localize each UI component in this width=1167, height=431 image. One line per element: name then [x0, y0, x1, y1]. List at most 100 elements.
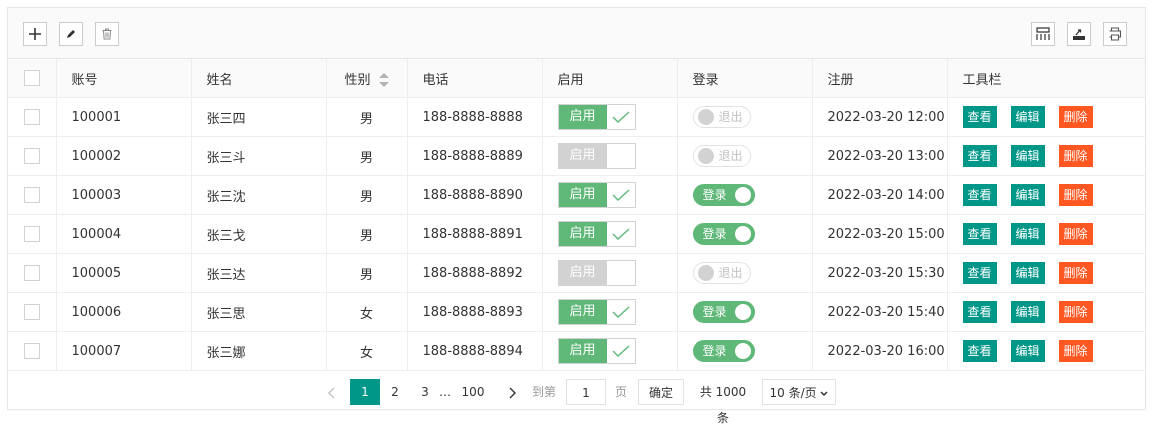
delete-button[interactable]: 删除 — [1058, 223, 1093, 245]
cell-enabled: 启用 — [542, 97, 678, 137]
header-gender-label: 性别 — [344, 72, 371, 88]
enabled-checkbox-switch[interactable]: 启用 — [557, 299, 636, 325]
enabled-checkbox-switch[interactable]: 启用 — [557, 104, 636, 130]
goto-page-input[interactable]: 1 — [566, 379, 606, 405]
enabled-checkbox-switch[interactable]: 启用 — [557, 182, 636, 208]
select-all-checkbox[interactable] — [23, 70, 40, 86]
table-row: 100007 张三娜女 188-8888-8894 启用 登录 2022-03-20 16… — [8, 331, 1145, 371]
table-row: 100006 张三思女 188-8888-8893 启用 登录 2022-03-20 15… — [8, 292, 1145, 332]
edit-button[interactable]: 编辑 — [1010, 184, 1045, 206]
table-row: 100001 张三四男 188-8888-8888 启用 退出 2022-03-20 12… — [8, 97, 1145, 137]
cell-name: 张三达 — [191, 253, 327, 293]
login-toggle-label: 退出 — [718, 149, 743, 163]
pencil-icon — [67, 30, 75, 38]
cell-login: 登录 — [677, 331, 813, 371]
page-3[interactable]: 3 — [414, 379, 436, 405]
delete-button[interactable]: 删除 — [1058, 301, 1093, 323]
next-page-button[interactable] — [502, 379, 522, 405]
view-button[interactable]: 查看 — [962, 301, 997, 323]
export-button[interactable] — [1067, 22, 1091, 46]
view-button[interactable]: 查看 — [962, 340, 997, 362]
delete-button[interactable]: 删除 — [1058, 106, 1093, 128]
toggle-knob — [697, 265, 714, 281]
delete-button[interactable]: 删除 — [1058, 340, 1093, 362]
cell-account: 100006 — [56, 292, 192, 332]
cell-login: 退出 — [677, 136, 813, 176]
trash-icon — [102, 28, 112, 40]
toggle-knob — [734, 304, 751, 320]
edit-selected-button[interactable] — [59, 22, 83, 46]
login-toggle[interactable]: 登录 — [692, 223, 755, 245]
login-toggle[interactable]: 退出 — [692, 262, 751, 284]
delete-button[interactable]: 删除 — [1058, 184, 1093, 206]
edit-button[interactable]: 编辑 — [1010, 301, 1045, 323]
view-button[interactable]: 查看 — [962, 106, 997, 128]
header-gender[interactable]: 性别 — [326, 59, 408, 98]
enabled-checkbox-switch[interactable]: 启用 — [557, 143, 636, 169]
print-button[interactable] — [1103, 22, 1127, 46]
cell-enabled: 启用 — [542, 331, 678, 371]
goto-label: 到第 — [531, 385, 556, 399]
table-row: 100004 张三戈男 188-8888-8891 启用 登录 2022-03-20 15… — [8, 214, 1145, 254]
row-checkbox[interactable] — [23, 343, 40, 359]
goto-confirm-button[interactable]: 确定 — [638, 379, 684, 405]
enabled-checkbox-switch[interactable]: 启用 — [557, 338, 636, 364]
row-checkbox[interactable] — [23, 265, 40, 281]
delete-button[interactable]: 删除 — [1058, 145, 1093, 167]
cell-actions: 查看 编辑 删除 — [947, 292, 1145, 332]
enabled-label: 启用 — [558, 105, 607, 129]
login-toggle[interactable]: 退出 — [692, 145, 751, 167]
page-size-select[interactable]: 10 条/页 — [762, 379, 836, 405]
login-toggle[interactable]: 登录 — [692, 340, 755, 362]
cell-phone: 188-8888-8894 — [407, 331, 543, 371]
enabled-checkbox-switch[interactable]: 启用 — [557, 260, 636, 286]
header-toolbar: 工具栏 — [947, 59, 1145, 98]
cell-actions: 查看 编辑 删除 — [947, 136, 1145, 176]
sort-icon[interactable] — [378, 73, 389, 87]
cell-phone: 188-8888-8889 — [407, 136, 543, 176]
prev-page-button[interactable] — [322, 379, 342, 405]
cell-account: 100005 — [56, 253, 192, 293]
login-toggle[interactable]: 退出 — [692, 106, 751, 128]
page-2[interactable]: 2 — [384, 379, 406, 405]
delete-button[interactable]: 删除 — [1058, 262, 1093, 284]
row-checkbox[interactable] — [23, 226, 40, 242]
cell-registered: 2022-03-20 12:00 — [812, 97, 948, 137]
table-row: 100005 张三达男 188-8888-8892 启用 退出 2022-03-20 15… — [8, 253, 1145, 293]
enabled-label: 启用 — [558, 222, 607, 246]
edit-button[interactable]: 编辑 — [1010, 145, 1045, 167]
cell-phone: 188-8888-8890 — [407, 175, 543, 215]
data-table: 账号 姓名 性别 电话 启用 登录 注册 工具栏 100001 张三四男 188-8… — [8, 59, 1145, 371]
cell-name: 张三思 — [191, 292, 327, 332]
edit-button[interactable]: 编辑 — [1010, 262, 1045, 284]
login-toggle[interactable]: 登录 — [692, 301, 755, 323]
row-checkbox[interactable] — [23, 304, 40, 320]
cell-login: 登录 — [677, 292, 813, 332]
row-checkbox[interactable] — [23, 109, 40, 125]
delete-selected-button[interactable] — [95, 22, 119, 46]
row-checkbox[interactable] — [23, 148, 40, 164]
edit-button[interactable]: 编辑 — [1010, 106, 1045, 128]
cell-login: 登录 — [677, 175, 813, 215]
enabled-label: 启用 — [558, 144, 607, 168]
login-toggle[interactable]: 登录 — [692, 184, 755, 206]
cell-actions: 查看 编辑 删除 — [947, 253, 1145, 293]
enabled-checkbox-switch[interactable]: 启用 — [557, 221, 636, 247]
row-checkbox[interactable] — [23, 187, 40, 203]
cell-phone: 188-8888-8893 — [407, 292, 543, 332]
page-last[interactable]: 100 — [458, 379, 488, 405]
toggle-knob — [697, 148, 714, 164]
view-button[interactable]: 查看 — [962, 262, 997, 284]
view-button[interactable]: 查看 — [962, 145, 997, 167]
page-1[interactable]: 1 — [350, 379, 380, 405]
add-button[interactable] — [23, 22, 47, 46]
cell-gender: 男 — [326, 136, 408, 176]
edit-button[interactable]: 编辑 — [1010, 223, 1045, 245]
view-button[interactable]: 查看 — [962, 184, 997, 206]
edit-button[interactable]: 编辑 — [1010, 340, 1045, 362]
view-button[interactable]: 查看 — [962, 223, 997, 245]
filter-columns-button[interactable] — [1031, 22, 1055, 46]
toggle-knob — [697, 109, 714, 125]
cell-registered: 2022-03-20 13:00 — [812, 136, 948, 176]
cell-enabled: 启用 — [542, 175, 678, 215]
